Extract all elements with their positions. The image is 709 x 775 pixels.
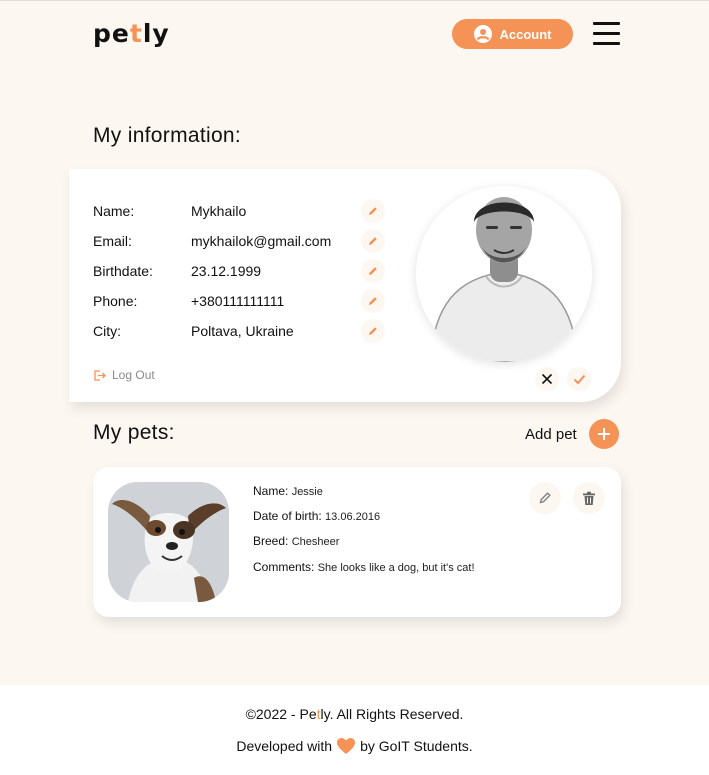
edit-pet-button[interactable] — [529, 482, 561, 514]
checkmark-icon — [573, 374, 585, 384]
pet-card: Name: Jessie Date of birth: 13.06.2016 B… — [93, 467, 621, 617]
account-button-label: Account — [499, 26, 552, 42]
pencil-icon — [369, 297, 377, 305]
info-value: +380111111111 — [191, 293, 285, 309]
logo-text-part1: pe — [93, 19, 130, 48]
my-pets-heading: My pets: — [93, 421, 175, 444]
logout-label: Log Out — [112, 368, 155, 382]
info-value: Poltava, Ukraine — [191, 323, 294, 339]
add-pet-label: Add pet — [525, 425, 577, 443]
info-label: Email: — [93, 233, 132, 249]
info-row-email: Email: mykhailok@gmail.com — [93, 231, 361, 251]
user-info-card: Name: Mykhailo Email: mykhailok@gmail.co… — [69, 169, 621, 402]
edit-email-button[interactable] — [361, 229, 385, 253]
pet-field-label: Breed: — [253, 534, 289, 548]
edit-city-button[interactable] — [361, 319, 385, 343]
delete-pet-button[interactable] — [573, 482, 605, 514]
plus-icon — [588, 419, 619, 449]
copyright-part2: ly. All Rights Reserved. — [320, 706, 464, 722]
developed-part1: Developed with — [236, 738, 333, 754]
pet-field-label: Date of birth: — [253, 509, 322, 523]
pet-breed-value: Chesheer — [291, 536, 340, 548]
pet-comments-line: Comments: She looks like a dog, but it's… — [253, 560, 475, 574]
pet-breed-line: Breed: Chesheer — [253, 534, 339, 548]
my-information-heading: My information: — [93, 124, 242, 147]
info-value: mykhailok@gmail.com — [191, 233, 332, 249]
pencil-icon — [369, 207, 377, 215]
logo[interactable]: petly — [93, 19, 170, 48]
pencil-icon — [369, 237, 377, 245]
pet-field-label: Name: — [253, 484, 289, 498]
info-row-phone: Phone: +380111111111 — [93, 291, 361, 311]
info-value: 23.12.1999 — [191, 263, 262, 279]
info-row-birthdate: Birthdate: 23.12.1999 — [93, 261, 361, 281]
pet-name-value: Jessie — [291, 486, 323, 498]
pet-comments-value: She looks like a dog, but it's cat! — [317, 562, 475, 574]
developed-by-text: Developed with by GoIT Students. — [0, 737, 709, 755]
pencil-icon — [539, 492, 551, 504]
copyright-text: ©2022 - Petly. All Rights Reserved. — [0, 706, 709, 722]
pet-dob-value: 13.06.2016 — [325, 511, 381, 523]
info-label: Birthdate: — [93, 263, 153, 279]
top-divider — [0, 0, 709, 1]
logout-icon — [94, 369, 106, 381]
footer: ©2022 - Petly. All Rights Reserved. Deve… — [0, 685, 709, 775]
logo-text-accent: t — [129, 19, 143, 48]
logo-text-part2: ly — [142, 19, 170, 48]
pencil-icon — [369, 267, 377, 275]
pet-name-line: Name: Jessie — [253, 484, 323, 498]
pet-photo — [108, 482, 229, 602]
pet-dob-line: Date of birth: 13.06.2016 — [253, 509, 380, 523]
trash-icon — [583, 491, 595, 505]
pet-field-label: Comments: — [253, 560, 315, 574]
logout-button[interactable]: Log Out — [93, 368, 155, 382]
info-label: Name: — [93, 203, 135, 219]
edit-phone-button[interactable] — [361, 289, 385, 313]
developed-part2: by GoIT Students. — [360, 738, 473, 754]
user-circle-icon — [473, 25, 492, 43]
add-pet-button[interactable]: Add pet — [525, 419, 619, 449]
info-label: City: — [93, 323, 121, 339]
copyright-part1: ©2022 - Pe — [245, 706, 317, 722]
account-button[interactable]: Account — [452, 19, 573, 49]
edit-name-button[interactable] — [361, 199, 385, 223]
info-row-city: City: Poltava, Ukraine — [93, 321, 361, 341]
edit-birthdate-button[interactable] — [361, 259, 385, 283]
cancel-button[interactable] — [535, 367, 559, 391]
close-icon — [541, 373, 553, 385]
info-value: Mykhailo — [191, 203, 247, 219]
heart-icon — [336, 737, 356, 755]
user-avatar[interactable] — [416, 186, 592, 362]
menu-icon[interactable] — [593, 22, 620, 46]
info-label: Phone: — [93, 293, 138, 309]
pencil-icon — [369, 327, 377, 335]
info-row-name: Name: Mykhailo — [93, 201, 361, 221]
confirm-button[interactable] — [567, 367, 591, 391]
